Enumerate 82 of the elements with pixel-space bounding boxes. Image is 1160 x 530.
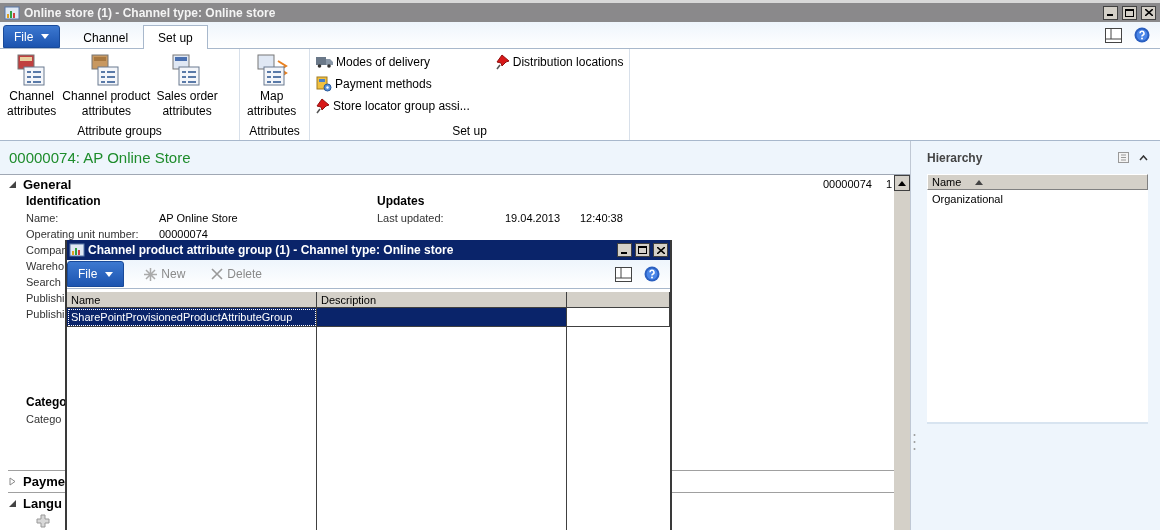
truck-icon (316, 56, 333, 68)
field-label: Catego (26, 413, 62, 425)
collapse-icon[interactable] (8, 499, 17, 508)
ribbon-button[interactable]: Modes of delivery (314, 51, 472, 73)
field-label: Wareho (26, 260, 65, 272)
column-header[interactable]: Name (927, 174, 1148, 190)
group-heading: Catego (26, 394, 67, 411)
group-label: Attribute groups (76, 124, 163, 140)
close-button[interactable] (1141, 5, 1156, 20)
sort-ascending-icon (975, 179, 984, 185)
file-menu-button[interactable]: File (3, 25, 61, 48)
maximize-icon (1125, 8, 1134, 17)
group-heading: Updates (377, 193, 425, 210)
mapping-form-icon (254, 53, 289, 87)
panel-title: Hierarchy (927, 150, 984, 165)
field-value: AP Online Store (159, 212, 238, 224)
caret-icon (105, 271, 114, 277)
tree-item[interactable]: Organizational (927, 190, 1008, 208)
panel-options-icon[interactable] (1118, 152, 1129, 163)
help-icon[interactable] (1134, 27, 1150, 43)
section-title[interactable]: Langu (23, 496, 62, 511)
collapse-icon[interactable] (8, 179, 17, 189)
table-cell[interactable]: SharePointProvisionedProductAttributeGroup (67, 308, 317, 327)
field-label: Compar (26, 244, 66, 256)
record-title: 00000074: AP Online Store (9, 149, 191, 166)
ribbon-button[interactable]: Payment methods (314, 73, 472, 95)
close-button[interactable] (653, 243, 668, 257)
minimize-button[interactable] (1103, 5, 1118, 20)
column-header[interactable]: Name (67, 292, 317, 308)
field-label: Publishi (26, 292, 65, 304)
caret-icon (41, 34, 50, 39)
help-icon[interactable] (644, 266, 660, 282)
ribbon-tab[interactable]: Channel (68, 25, 144, 49)
minimize-button[interactable] (617, 243, 632, 257)
field-label: Name: (26, 212, 59, 224)
window-title: Online store (1) - Channel type: Online store (24, 5, 277, 20)
app-icon (69, 242, 85, 258)
scroll-up-icon[interactable] (898, 180, 906, 186)
field-value: 00000074 (159, 228, 208, 240)
maximize-button[interactable] (1122, 5, 1137, 20)
close-icon (656, 246, 665, 254)
field-label: Operating unit number: (26, 228, 139, 240)
ribbon-button[interactable]: Store locator group assi... (314, 95, 472, 117)
section-title[interactable]: General (23, 176, 72, 192)
maximize-icon (638, 246, 647, 254)
column-header[interactable]: Description (317, 292, 567, 308)
maximize-button[interactable] (635, 243, 650, 257)
column-header[interactable] (567, 292, 670, 308)
dialog-title: Channel product attribute group (1) - Channel type: Online store (88, 243, 455, 257)
field-value: 12:40:38 (580, 212, 623, 224)
payment-settings-icon (316, 76, 332, 92)
splitter-handle[interactable] (913, 433, 916, 451)
group-heading: Identification (26, 193, 101, 210)
pushpin-icon (495, 54, 510, 70)
group-label: Set up (451, 124, 488, 140)
delete-icon (211, 268, 224, 280)
pushpin-icon (316, 98, 330, 114)
collapse-icon[interactable] (1139, 154, 1148, 161)
field-label: Publishi (26, 308, 65, 320)
table-cell: 1 (885, 178, 892, 190)
ribbon-tab[interactable]: Set up (143, 25, 208, 49)
ribbon-button[interactable]: Map attributes (244, 51, 300, 124)
ribbon-button[interactable]: Sales order attributes (153, 51, 221, 124)
layout-icon[interactable] (1105, 27, 1122, 43)
table-cell[interactable] (567, 308, 670, 327)
table-cell[interactable] (317, 308, 567, 327)
ribbon-button[interactable]: Channel attributes (4, 51, 60, 124)
scrollbar[interactable] (894, 175, 910, 530)
app-icon (4, 4, 20, 21)
layout-icon[interactable] (615, 266, 632, 282)
record-id: 00000074 (822, 178, 872, 190)
expand-icon[interactable] (8, 477, 17, 486)
ribbon-button[interactable]: Channel product attributes (59, 51, 154, 124)
close-icon (1144, 9, 1153, 16)
field-value: 19.04.2013 (505, 212, 561, 224)
group-label: Attributes (248, 124, 301, 140)
field-label: Search (26, 276, 61, 288)
field-label: Last updated: (377, 212, 444, 224)
file-menu-button[interactable]: File (67, 261, 125, 287)
ribbon-button[interactable]: Distribution locations (493, 51, 626, 73)
section-title[interactable]: Payme (23, 474, 65, 489)
sparkle-icon (144, 267, 158, 281)
